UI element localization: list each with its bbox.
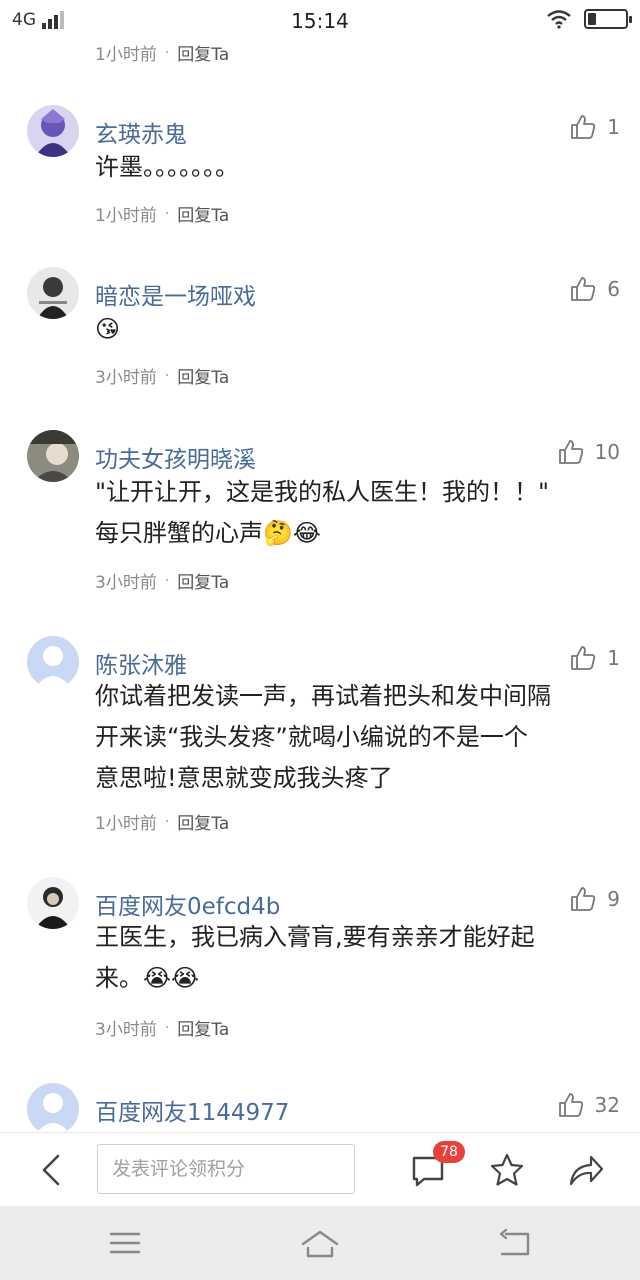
meta-separator: · [164, 205, 170, 222]
like-count: 10 [594, 440, 620, 464]
like-button[interactable]: 10 [557, 438, 620, 466]
like-count: 6 [607, 277, 620, 301]
comment-meta: 1小时前 · 回复Ta [95, 201, 229, 227]
share-arrow-icon[interactable] [567, 1152, 605, 1188]
like-count: 1 [607, 646, 620, 670]
comment-meta: 3小时前 · 回复Ta [95, 1015, 229, 1041]
reply-link[interactable]: 回复Ta [177, 809, 229, 834]
meta-separator: · [164, 44, 170, 61]
meta-separator: · [164, 813, 170, 830]
chevron-left-icon[interactable] [34, 1150, 70, 1190]
username[interactable]: 玄瑛赤鬼 [95, 115, 187, 149]
like-count: 1 [607, 115, 620, 139]
username[interactable]: 功夫女孩明晓溪 [95, 440, 256, 474]
comment-text: 😘 [95, 309, 615, 350]
comment-time: 1小时前 [95, 814, 157, 834]
comment-text-line: 意思啦!意思就变成我头疼了 [95, 764, 393, 792]
like-count: 9 [607, 887, 620, 911]
like-button[interactable]: 6 [569, 275, 620, 303]
battery-icon [584, 9, 632, 29]
username[interactable]: 百度网友0efcd4b [95, 887, 280, 921]
thumbs-up-icon [571, 646, 596, 670]
like-count: 32 [594, 1093, 620, 1117]
comment-text: 许墨。。。。。。。 [95, 147, 615, 188]
comment-input[interactable]: 发表评论领积分 [97, 1144, 355, 1194]
comment-text-line: 😘 [95, 315, 121, 343]
clock: 15:14 [291, 9, 349, 33]
avatar[interactable] [27, 430, 79, 482]
like-button[interactable]: 1 [569, 113, 620, 141]
avatar[interactable] [27, 636, 79, 688]
meta-separator: · [164, 367, 170, 384]
comment-text-line: 许墨。。。。。。。 [95, 153, 239, 181]
comment-text-line: 来。😭😭 [95, 964, 200, 992]
like-button[interactable]: 32 [557, 1091, 620, 1119]
home-icon[interactable] [300, 1226, 340, 1260]
meta-separator: · [164, 1019, 170, 1036]
comment-text: 王医生，我已病入膏肓,要有亲亲才能好起 来。😭😭 [95, 917, 615, 999]
comment-meta: 1小时前 · 回复Ta [95, 809, 229, 835]
comment-meta: 3小时前 · 回复Ta [95, 568, 229, 594]
thumbs-up-icon [571, 887, 596, 911]
like-button[interactable]: 1 [569, 644, 620, 672]
system-nav-bar [0, 1206, 640, 1280]
comment-feed[interactable]: 1小时前 · 回复Ta 玄瑛赤鬼 1 许墨。。。。。。。 1小时前 · 回复Ta… [0, 0, 640, 1132]
meta-separator: · [164, 572, 170, 589]
comment-text: 你试着把发读一声，再试着把头和发中间隔 开来读“我头发疼”就喝小编说的不是一个 … [95, 676, 615, 799]
bottom-action-bar: 发表评论领积分 78 [0, 1132, 640, 1206]
avatar[interactable] [27, 267, 79, 319]
comment-time: 3小时前 [95, 1020, 157, 1040]
username[interactable]: 陈张沐雅 [95, 646, 187, 680]
avatar[interactable] [27, 1083, 79, 1132]
comment-text-line: 王医生，我已病入膏肓,要有亲亲才能好起 [95, 923, 535, 951]
comment-meta: 3小时前 · 回复Ta [95, 363, 229, 389]
username[interactable]: 暗恋是一场哑戏 [95, 277, 256, 311]
like-button[interactable]: 9 [569, 885, 620, 913]
comment-count-badge: 78 [433, 1141, 465, 1163]
comment-time: 3小时前 [95, 573, 157, 593]
thumbs-up-icon [571, 277, 596, 301]
comment-text-line: 你试着把发读一声，再试着把头和发中间隔 [95, 682, 551, 710]
reply-link[interactable]: 回复Ta [177, 201, 229, 226]
wifi-icon [547, 10, 571, 29]
reply-link[interactable]: 回复Ta [177, 1015, 229, 1040]
thumbs-up-icon [558, 440, 583, 464]
comment-time: 3小时前 [95, 368, 157, 388]
comment-text-line: "让开让开，这是我的私人医生！我的！！" [95, 478, 550, 506]
avatar[interactable] [27, 105, 79, 157]
thumbs-up-icon [558, 1093, 583, 1117]
status-bar: 4G 15:14 [0, 0, 640, 44]
comment-text: "让开让开，这是我的私人医生！我的！！" 每只胖蟹的心声🤔😂 [95, 472, 615, 554]
thumbs-up-icon [571, 115, 596, 139]
comment-text-line: 每只胖蟹的心声🤔😂 [95, 519, 321, 547]
menu-icon[interactable] [105, 1226, 145, 1260]
status-icons [546, 9, 632, 29]
comment-time: 1小时前 [95, 206, 157, 226]
avatar[interactable] [27, 877, 79, 929]
reply-link[interactable]: 回复Ta [177, 568, 229, 593]
return-icon[interactable] [496, 1226, 536, 1260]
comment-text-line: 开来读“我头发疼”就喝小编说的不是一个 [95, 723, 528, 751]
username[interactable]: 百度网友1144977 [95, 1093, 289, 1127]
reply-link[interactable]: 回复Ta [177, 363, 229, 388]
star-icon[interactable] [489, 1152, 525, 1188]
